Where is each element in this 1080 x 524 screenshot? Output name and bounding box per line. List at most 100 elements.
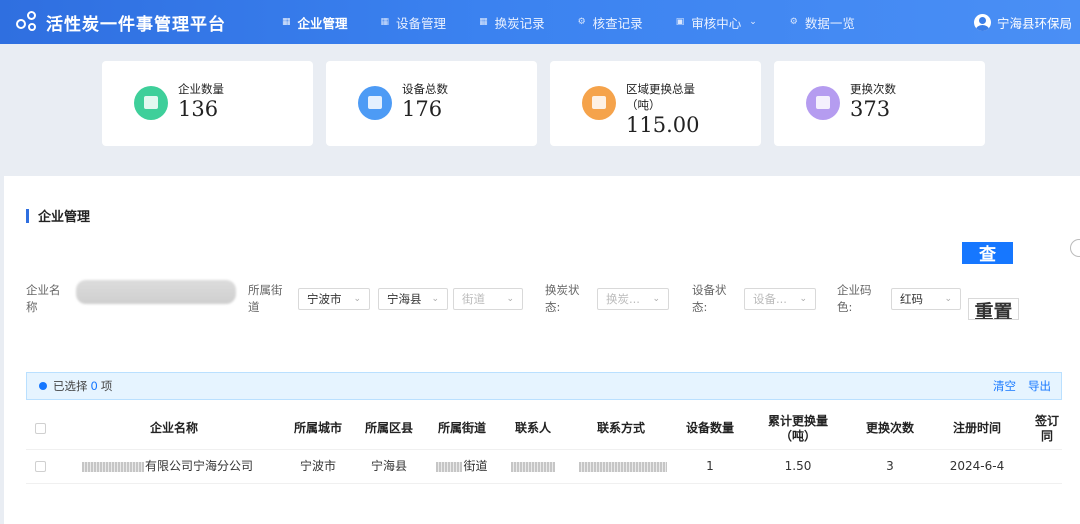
gear-icon: ⚙: [577, 17, 586, 27]
reset-button-frame[interactable]: [968, 298, 1019, 320]
enterprise-panel: 企业管理 查 企业名称 所属街道 宁波市 ⌄ 宁海县 ⌄ 街道 ⌄ 换炭状态: 换炭.…: [4, 176, 1080, 524]
code-color-label: 企业码色:: [837, 283, 872, 314]
table-row[interactable]: 有限公司宁海分公司 宁波市 宁海县 街道 1 1.50 3 2024-6-4: [26, 450, 1062, 484]
header-contact[interactable]: 联系人: [506, 408, 560, 449]
export-link[interactable]: 导出: [1028, 378, 1051, 394]
stat-value: 115.00: [626, 113, 700, 137]
header-checkbox-cell: [26, 408, 54, 449]
street-select[interactable]: 街道 ⌄: [453, 288, 523, 310]
header-total-replaced[interactable]: 累计更换量（吨）: [762, 408, 834, 449]
carbon-status-select[interactable]: 换炭... ⌄: [597, 288, 669, 310]
company-name-input[interactable]: [76, 280, 236, 304]
brand[interactable]: 活性炭一件事管理平台: [16, 10, 266, 35]
nav-item-enterprise[interactable]: ▦ 企业管理: [282, 13, 348, 32]
cell-total-replaced: 1.50: [784, 459, 812, 473]
query-button[interactable]: 查: [962, 242, 1013, 264]
top-navigation-bar: 活性炭一件事管理平台 ▦ 企业管理 ▦ 设备管理 ▦ 换炭记录 ⚙ 核查记录 ▣…: [0, 0, 1080, 44]
chevron-down-icon: ⌄: [431, 294, 439, 304]
row-checkbox[interactable]: [34, 461, 46, 472]
nav-label: 设备管理: [396, 15, 447, 31]
header-register-date[interactable]: 注册时间: [944, 408, 1010, 449]
user-avatar-icon: [973, 13, 991, 31]
trend-chart-icon: [582, 86, 616, 120]
nav-item-carbon-records[interactable]: ▦ 换炭记录: [479, 13, 545, 32]
header-sign[interactable]: 签订同: [1032, 408, 1062, 449]
street-label: 所属街道: [248, 283, 283, 314]
stat-value: 373: [850, 97, 891, 121]
county-select[interactable]: 宁海县 ⌄: [378, 288, 448, 310]
selection-suffix: 项: [100, 379, 113, 393]
main-nav: ▦ 企业管理 ▦ 设备管理 ▦ 换炭记录 ⚙ 核查记录 ▣ 审核中心 ⌄ ⚙ 数…: [282, 0, 888, 44]
carbon-status-label: 换炭状态:: [545, 283, 580, 314]
redacted-text: [579, 461, 667, 472]
stat-label: 企业数量: [178, 82, 224, 96]
stat-card-companies: 企业数量 136: [102, 61, 313, 146]
selection-prefix: 已选择: [53, 379, 88, 393]
redacted-text: [511, 461, 555, 472]
nav-item-device[interactable]: ▦ 设备管理: [381, 13, 447, 32]
stats-row: 企业数量 136 设备总数 176 区域更换总量 （吨） 115.00 更换次数…: [102, 61, 985, 146]
user-menu[interactable]: 宁海县环保局: [973, 0, 1072, 44]
redacted-text: [436, 461, 463, 472]
book-icon: [134, 86, 168, 120]
select-all-checkbox[interactable]: [34, 423, 46, 434]
header-street[interactable]: 所属街道: [430, 408, 494, 449]
header-county[interactable]: 所属区县: [359, 408, 419, 449]
chevron-down-icon: ⌄: [652, 294, 660, 304]
nav-item-audit[interactable]: ▣ 审核中心 ⌄: [676, 13, 757, 32]
cell-contact: [506, 450, 560, 483]
nav-item-data-overview[interactable]: ⚙ 数据一览: [790, 13, 855, 32]
header-replace-times[interactable]: 更换次数: [858, 408, 922, 449]
device-icon: [358, 86, 392, 120]
nav-item-inspection[interactable]: ⚙ 核查记录: [578, 13, 643, 32]
stat-card-devices: 设备总数 176: [326, 61, 537, 146]
grid-icon: ▦: [479, 17, 488, 27]
header-company[interactable]: 企业名称: [54, 408, 294, 449]
header-phone[interactable]: 联系方式: [578, 408, 664, 449]
nav-label: 企业管理: [297, 15, 348, 31]
grid-icon: ▦: [380, 17, 390, 27]
code-color-select[interactable]: 红码 ⌄: [891, 288, 961, 310]
nav-label: 数据一览: [804, 15, 855, 31]
chevron-down-icon: ⌄: [944, 294, 952, 304]
monitor-icon: ▣: [675, 17, 685, 27]
info-icon: [39, 382, 47, 390]
cell-phone: [578, 450, 668, 483]
header-device-count[interactable]: 设备数量: [678, 408, 742, 449]
stat-value: 136: [178, 97, 219, 121]
cell-city: 宁波市: [299, 459, 336, 473]
stat-unit-label: （吨）: [626, 98, 661, 112]
nav-label: 核查记录: [592, 15, 643, 31]
device-status-select[interactable]: 设备... ⌄: [744, 288, 816, 310]
chevron-down-icon: ⌄: [353, 294, 361, 304]
table-header-row: 企业名称 所属城市 所属区县 所属街道 联系人 联系方式 设备数量 累计更换量（…: [26, 408, 1062, 450]
company-name-label: 企业名称: [26, 283, 61, 314]
section-title: 企业管理: [26, 206, 90, 225]
city-select[interactable]: 宁波市 ⌄: [298, 288, 370, 310]
molecule-logo-icon: [16, 11, 40, 33]
grid-icon: ▦: [282, 17, 291, 27]
stat-label: 设备总数: [402, 82, 448, 96]
cell-register-date: 2024-6-4: [949, 459, 1005, 473]
cell-county: 宁海县: [370, 459, 407, 473]
chevron-down-icon: ⌄: [749, 17, 757, 27]
header-city[interactable]: 所属城市: [288, 408, 348, 449]
stat-value: 176: [402, 97, 443, 121]
chevron-down-icon: ⌄: [506, 294, 514, 304]
nav-label: 换炭记录: [494, 15, 545, 31]
cell-replace-times: 3: [886, 459, 894, 473]
side-toggle-icon[interactable]: [1070, 239, 1080, 257]
stat-label: 区域更换总量: [626, 82, 695, 96]
chevron-down-icon: ⌄: [799, 294, 807, 304]
heart-icon: [806, 86, 840, 120]
app-title: 活性炭一件事管理平台: [46, 14, 226, 35]
user-name: 宁海县环保局: [996, 15, 1072, 31]
row-checkbox-cell: [26, 450, 54, 483]
device-status-label: 设备状态:: [692, 283, 727, 314]
cell-device-count: 1: [706, 459, 714, 473]
gear-icon: ⚙: [789, 17, 798, 27]
selection-bar: 已选择 0 项 清空 导出: [26, 372, 1062, 400]
nav-label: 审核中心: [691, 15, 742, 31]
clear-link[interactable]: 清空: [993, 378, 1016, 394]
cell-company: 有限公司宁海分公司: [82, 450, 282, 483]
